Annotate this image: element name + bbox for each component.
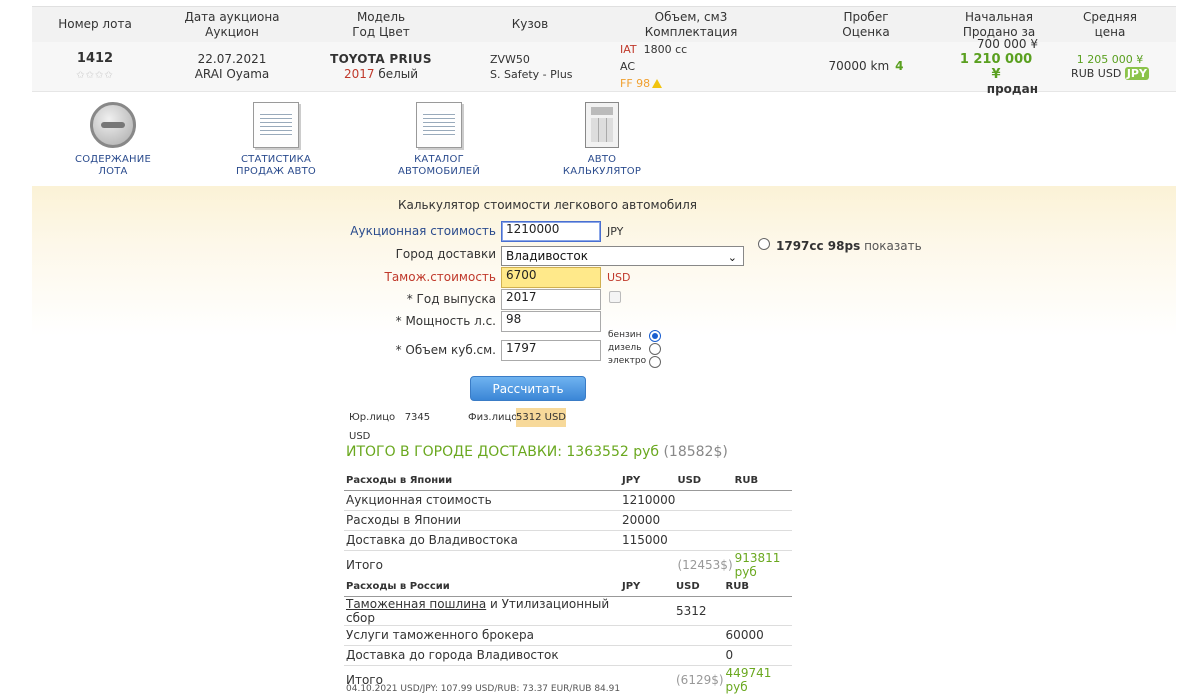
person-duty-value: 5312 USD [516,408,566,427]
volume-label: * Объем куб.см. [395,343,496,357]
table-header: Расходы в России JPY USD RUB [344,578,792,597]
calculator-icon [585,102,619,148]
fuel-diesel-label: дизель [608,343,642,353]
rating-stars-icon[interactable]: ✩✩✩✩ [76,68,114,83]
customs-label: Тамож.стоимость [384,270,497,284]
sold-price: 1 210 000 ¥ [959,51,1033,82]
header-mileage: Пробег Оценка [842,9,890,39]
auction-cost-unit: JPY [607,225,624,238]
lot-number-cell: 1412 ✩✩✩✩ [32,42,158,91]
year-input[interactable]: 2017 [501,289,601,310]
warning-icon [652,79,663,88]
grade-line: S. Safety - Plus [490,67,573,81]
nav-calculator[interactable]: АВТО КАЛЬКУЛЯТОР [547,102,657,178]
power-input[interactable]: 98 [501,311,601,332]
calculate-button[interactable]: Рассчитать [470,376,586,401]
score: 4 [895,59,904,73]
avg-price: 1 205 000 ¥ [1076,52,1144,66]
currency-jpy[interactable]: JPY [1124,66,1149,80]
fuel-gas-label: бензин [608,330,642,340]
model-color: белый [378,66,419,81]
header-avg-price: Средняя цена [1083,9,1137,39]
start-price: 700 000 ¥ [976,36,1038,51]
body-cell: ZVW50 S. Safety - Plus [456,42,604,91]
engine-option: 1797cc 98ps показать [776,239,922,253]
nav-label: СОДЕРЖАНИЕ ЛОТА [75,154,151,177]
transmission: IAT [620,43,637,56]
table-total-row: Итого (12453$) 913811 руб [346,550,781,579]
avg-price-cell: 1 205 000 ¥ RUB USD JPY [1044,42,1176,91]
fuel-electric-radio[interactable] [649,356,661,368]
nav-car-catalog[interactable]: КАТАЛОГ АВТОМОБИЛЕЙ [384,102,494,178]
auction-cost-input[interactable]: 1210000 [501,221,601,242]
city-label: Город доставки [395,247,496,261]
auction-cell: 22.07.2021 ARAI Oyama [158,42,306,91]
header-body: Кузов [511,17,549,31]
fuel-electric-label: электро [608,356,647,366]
table-row: Доставка до города Владивосток 0 [344,645,792,666]
table-row: Доставка до Владивостока 115000 [344,530,792,551]
auction-cost-label: Аукционная стоимость [350,224,496,238]
customs-unit: USD [607,271,631,284]
city-select[interactable]: Владивосток ⌄ [501,246,744,266]
table-row: Аукционная стоимость 1210000 [344,490,792,511]
engine-option-radio[interactable] [758,238,770,250]
japan-costs-table: Расходы в Японии JPY USD RUB Аукционная … [344,472,792,579]
header-volume: Объем, см3 Комплектация [644,9,738,39]
calculator-title: Калькулятор стоимости легкового автомоби… [398,198,698,212]
currency-rub[interactable]: RUB [1071,67,1094,80]
fuel-diesel-radio[interactable] [649,343,661,355]
engine-volume: 1800 cc [643,43,688,56]
mileage-cell: 70000 km 4 [778,42,954,91]
header-auction-date: Дата аукциона Аукцион [184,9,280,39]
currency-usd[interactable]: USD [1098,67,1122,80]
auction-date: 22.07.2021 [197,51,267,66]
customs-duty-link[interactable]: Таможенная пошлина [346,597,486,611]
table-header: Расходы в Японии JPY USD RUB [344,472,792,491]
nav-label: АВТО КАЛЬКУЛЯТОР [562,154,642,177]
russia-costs-table: Расходы в России JPY USD RUB Таможенная … [344,578,792,694]
header-model: Модель Год Цвет [352,9,410,39]
nav-sales-stats[interactable]: СТАТИСТИКА ПРОДАЖ АВТО [221,102,331,178]
model-year: 2017 [343,66,375,81]
sales-stats-icon [253,102,299,148]
sold-label: продан [986,81,1038,96]
mileage: 70000 km [828,59,890,73]
table-row: Расходы в Японии 20000 [344,510,792,531]
lot-number: 1412 [76,50,114,66]
calculator-panel: Калькулятор стоимости легкового автомоби… [32,186,1176,694]
power-label: * Мощность л.с. [395,314,496,328]
total-delivery: ИТОГО В ГОРОДЕ ДОСТАВКИ: 1363552 руб (18… [346,444,728,460]
nav-label: СТАТИСТИКА ПРОДАЖ АВТО [236,154,316,177]
price-cell: 700 000 ¥ 1 210 000 ¥ продан [954,37,1044,96]
table-row: Таможенная пошлина и Утилизационный сбор… [344,596,792,626]
header-lot-number: Номер лота [58,17,132,31]
nav-label: КАТАЛОГ АВТОМОБИЛЕЙ [397,154,481,177]
ac-option: AC [620,60,636,73]
auction-name: ARAI Oyama [194,66,270,81]
fuel-gas-radio[interactable] [649,330,661,342]
model-name: TOYOTA PRIUS [330,51,432,66]
car-catalog-icon [416,102,462,148]
volume-input[interactable]: 1797 [501,340,601,361]
table-row: Услуги таможенного брокера 60000 [344,625,792,646]
ff-option: FF 98 [620,77,651,90]
year-label: * Год выпуска [406,292,496,306]
spec-cell: IAT 1800 cc AC FF 98 [604,42,778,91]
nav-lot-contents[interactable]: СОДЕРЖАНИЕ ЛОТА [58,102,168,178]
customs-input[interactable]: 6700 [501,267,601,288]
show-link[interactable]: показать [864,239,922,253]
person-duty-label: Физ.лицо [468,412,518,423]
steering-wheel-icon [90,102,136,148]
exchange-rates-footnote: 04.10.2021 USD/JPY: 107.99 USD/RUB: 73.3… [346,684,621,694]
model-cell: TOYOTA PRIUS 2017 белый [306,42,456,91]
body-code: ZVW50 [490,52,530,66]
year-checkbox[interactable] [609,291,621,303]
chevron-down-icon: ⌄ [727,251,737,264]
lot-table: Номер лота Дата аукциона Аукцион Модель Го… [32,6,1176,96]
legal-duty: Юр.лицо 7345 USD [349,412,431,442]
lot-row[interactable]: 1412 ✩✩✩✩ 22.07.2021 ARAI Oyama TOYOTA P… [32,37,1176,96]
